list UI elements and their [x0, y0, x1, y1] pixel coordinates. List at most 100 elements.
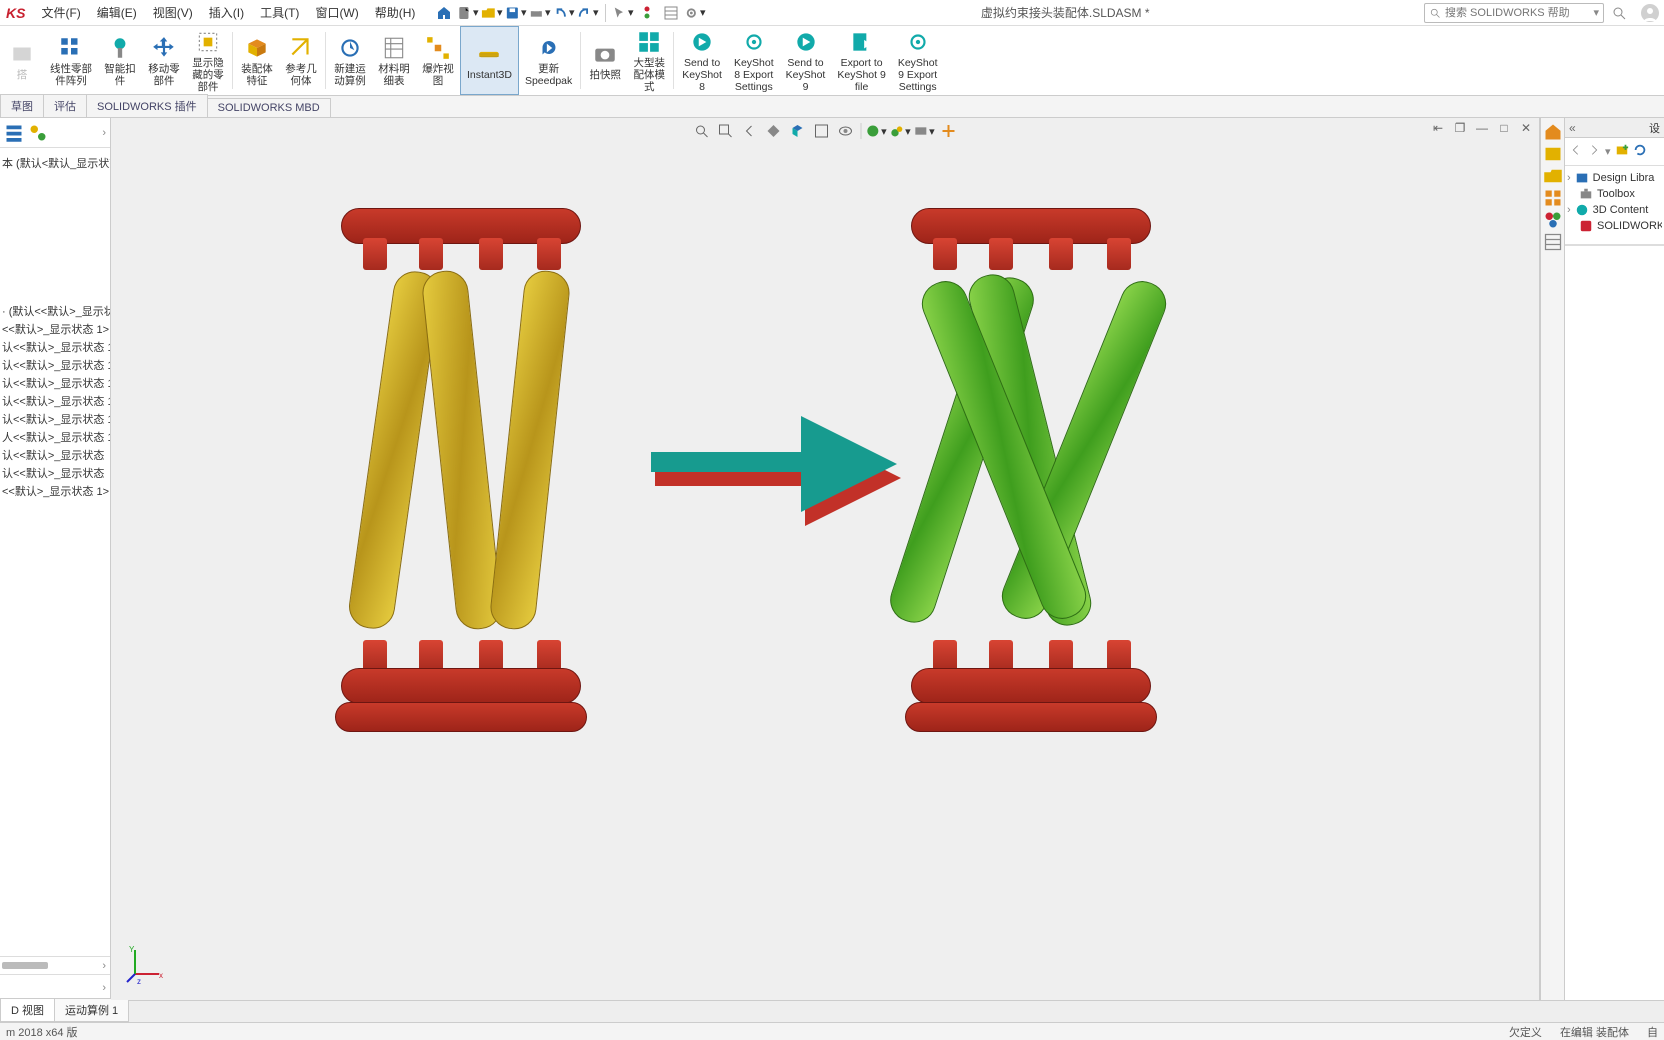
subtab-addins[interactable]: SOLIDWORKS 插件 [86, 94, 208, 117]
menu-tools[interactable]: 工具(T) [254, 2, 305, 23]
ribbon-smart-fasteners[interactable]: 智能扣件 [98, 26, 142, 95]
tree-row[interactable]: 认<<默认>_显示状态 1> [0, 410, 110, 428]
tree-tab-feature-icon[interactable] [4, 123, 24, 143]
rail-library-icon[interactable] [1543, 144, 1563, 164]
bottom-tab-motion-study[interactable]: 运动算例 1 [54, 998, 129, 1022]
tree-row[interactable]: · (默认<<默认>_显示状 [0, 302, 110, 320]
tree-row[interactable]: 认<<默认>_显示状态 1> [0, 338, 110, 356]
ribbon-update-speedpak[interactable]: 更新Speedpak [519, 26, 578, 95]
rail-appearances-icon[interactable] [1543, 210, 1563, 230]
graphics-viewport[interactable]: ▾ ▾ ▾ ⇤ ❐ — □ ✕ [111, 118, 1540, 1000]
rail-view-palette-icon[interactable] [1543, 188, 1563, 208]
ribbon-snapshot[interactable]: 拍快照 [583, 26, 627, 95]
tp-back-icon[interactable] [1569, 143, 1583, 160]
design-library-tree[interactable]: › Design Libra Toolbox › 3D Content SOLI… [1565, 166, 1664, 238]
tree-row[interactable]: 认<<默认>_显示状态 1> [0, 356, 110, 374]
print-icon[interactable]: ▾ [529, 2, 551, 24]
ribbon-keyshot9-export[interactable]: Export toKeyShot 9file [831, 26, 891, 95]
ribbon-move-component[interactable]: 移动零部件 [142, 26, 186, 95]
ribbon-keyshot8-settings[interactable]: KeyShot8 ExportSettings [728, 26, 780, 95]
select-icon[interactable]: ▾ [612, 2, 634, 24]
hide-show-icon[interactable] [835, 120, 857, 142]
menu-view[interactable]: 视图(V) [147, 2, 199, 23]
bottom-tab-3dview[interactable]: D 视图 [0, 998, 55, 1022]
menu-help[interactable]: 帮助(H) [369, 2, 422, 23]
ribbon-bom[interactable]: 材料明细表 [372, 26, 416, 95]
close-window-icon[interactable]: ✕ [1517, 120, 1535, 136]
tree-row[interactable]: 认<<默认>_显示状态 1> [0, 374, 110, 392]
ribbon-keyshot9-settings[interactable]: KeyShot9 ExportSettings [892, 26, 944, 95]
traffic-icon[interactable] [636, 2, 658, 24]
task-pane-collapse-icon[interactable]: « [1569, 121, 1576, 135]
feature-tree[interactable]: 本 (默认<默认_显示状态 · (默认<<默认>_显示状 <<默认>_显示状态 … [0, 148, 110, 956]
tree-row[interactable]: <<默认>_显示状态 1> [0, 320, 110, 338]
options-icon[interactable] [660, 2, 682, 24]
ribbon-instant3d[interactable]: Instant3D [460, 26, 519, 95]
tree-row[interactable]: 认<<默认>_显示状态 [0, 446, 110, 464]
ribbon-exploded-view[interactable]: 爆炸视图 [416, 26, 460, 95]
tree-hscroll[interactable]: › [0, 956, 110, 974]
help-search-input[interactable] [1445, 7, 1589, 19]
subtab-evaluate[interactable]: 评估 [43, 94, 87, 117]
subtab-mbd[interactable]: SOLIDWORKS MBD [207, 98, 331, 117]
display-style-icon[interactable] [811, 120, 833, 142]
rail-home-icon[interactable] [1543, 122, 1563, 142]
ribbon-ref-geometry[interactable]: 参考几何体 [279, 26, 323, 95]
redo-icon[interactable]: ▾ [577, 2, 599, 24]
render-icon[interactable] [938, 120, 960, 142]
orientation-triad[interactable]: x Y z [125, 944, 165, 984]
tree-row[interactable]: <<默认>_显示状态 1> [0, 482, 110, 500]
ribbon-linear-pattern[interactable]: 线性零部件阵列 [44, 26, 98, 95]
collapse-panel-icon[interactable]: ⇤ [1429, 120, 1447, 136]
ribbon-large-assembly[interactable]: 大型装配体模式 [627, 26, 671, 95]
restore-window-icon[interactable]: ❐ [1451, 120, 1469, 136]
ribbon-show-hidden[interactable]: 显示隐藏的零部件 [186, 26, 230, 95]
new-icon[interactable]: ▾ [457, 2, 479, 24]
zoom-area-icon[interactable] [715, 120, 737, 142]
section-view-icon[interactable] [763, 120, 785, 142]
tp-forward-icon[interactable] [1587, 143, 1601, 160]
help-search[interactable]: ▾ [1424, 3, 1604, 23]
menu-insert[interactable]: 插入(I) [203, 2, 250, 23]
menu-edit[interactable]: 编辑(E) [91, 2, 143, 23]
search-go-icon[interactable] [1608, 2, 1630, 24]
view-settings-icon[interactable]: ▾ [914, 120, 936, 142]
tp-node-solidworks-content[interactable]: SOLIDWORK [1567, 218, 1662, 234]
apply-scene-icon[interactable]: ▾ [890, 120, 912, 142]
tree-row[interactable]: 认<<默认>_显示状态 1> [0, 392, 110, 410]
home-icon[interactable] [433, 2, 455, 24]
task-pane-title: 设 [1649, 120, 1660, 136]
rail-file-explorer-icon[interactable] [1543, 166, 1563, 186]
menu-file[interactable]: 文件(F) [35, 2, 86, 23]
tp-node-3dcontent[interactable]: › 3D Content [1567, 202, 1662, 218]
ribbon-new-motion-study[interactable]: 新建运动算例 [328, 26, 372, 95]
tp-add-icon[interactable] [1615, 143, 1629, 160]
ribbon-keyshot8-send[interactable]: Send toKeyShot8 [676, 26, 728, 95]
tp-node-design-library[interactable]: › Design Libra [1567, 170, 1662, 186]
tp-refresh-icon[interactable] [1633, 143, 1647, 160]
panel-expand-icon[interactable]: › [102, 127, 106, 139]
maximize-window-icon[interactable]: □ [1495, 120, 1513, 136]
tree-row[interactable]: 认<<默认>_显示状态 [0, 464, 110, 482]
open-icon[interactable]: ▾ [481, 2, 503, 24]
settings-icon[interactable]: ▾ [684, 2, 706, 24]
ribbon-assembly-features[interactable]: 装配体特征 [235, 26, 279, 95]
save-icon[interactable]: ▾ [505, 2, 527, 24]
tree-tab-config-icon[interactable] [28, 123, 48, 143]
rail-custom-props-icon[interactable] [1543, 232, 1563, 252]
prev-view-icon[interactable] [739, 120, 761, 142]
subtab-sketch[interactable]: 草图 [0, 94, 44, 117]
tree-row[interactable]: 人<<默认>_显示状态 1>) [0, 428, 110, 446]
undo-icon[interactable]: ▾ [553, 2, 575, 24]
svg-text:z: z [137, 977, 141, 984]
tp-node-toolbox[interactable]: Toolbox [1567, 186, 1662, 202]
minimize-window-icon[interactable]: — [1473, 120, 1491, 136]
view-orient-icon[interactable] [787, 120, 809, 142]
user-avatar-icon[interactable] [1640, 3, 1660, 23]
panel-expand2-icon[interactable]: › [102, 982, 106, 994]
edit-appearance-icon[interactable]: ▾ [866, 120, 888, 142]
zoom-fit-icon[interactable] [691, 120, 713, 142]
ribbon-keyshot9-send[interactable]: Send toKeyShot9 [780, 26, 832, 95]
menu-window[interactable]: 窗口(W) [309, 2, 364, 23]
tree-root[interactable]: 本 (默认<默认_显示状态 [0, 154, 110, 172]
